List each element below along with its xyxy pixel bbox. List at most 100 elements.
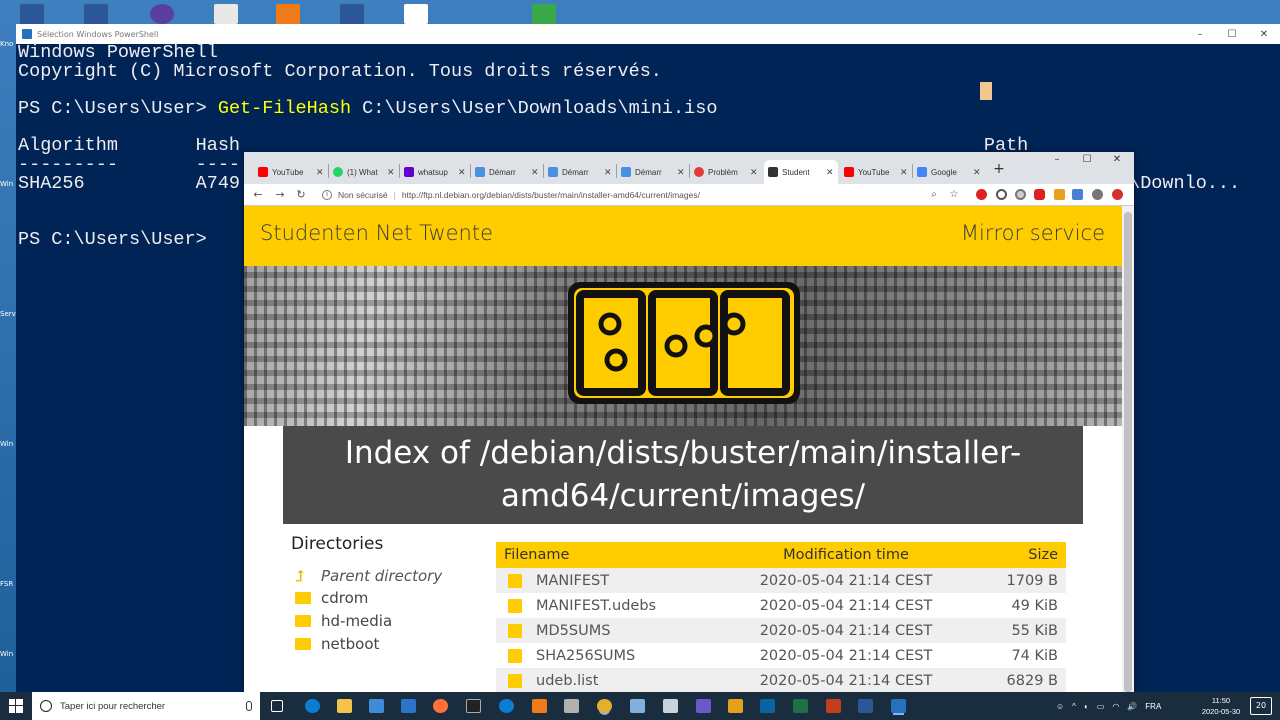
close-icon[interactable]: ✕: [458, 167, 470, 178]
outlook-icon[interactable]: [760, 699, 775, 713]
close-icon[interactable]: ✕: [531, 167, 543, 178]
app-icon[interactable]: [564, 699, 579, 713]
app-icon[interactable]: [150, 4, 174, 24]
table-row[interactable]: MANIFEST.udebs 2020-05-04 21:14 CEST 49 …: [496, 593, 1066, 618]
app-icon[interactable]: [630, 699, 645, 713]
taskbar-search[interactable]: Taper ici pour rechercher: [32, 692, 260, 720]
star-icon[interactable]: ☆: [946, 188, 962, 202]
file-name-link[interactable]: udeb.list: [536, 673, 598, 689]
extension-icon[interactable]: [1072, 189, 1083, 200]
powershell-icon[interactable]: [891, 699, 906, 713]
extension-icon[interactable]: [1015, 189, 1026, 200]
file-name-link[interactable]: MD5SUMS: [536, 623, 610, 639]
file-name-link[interactable]: MANIFEST.udebs: [536, 598, 656, 614]
url-text[interactable]: http://ftp.nl.debian.org/debian/dists/bu…: [402, 190, 700, 200]
word-icon[interactable]: [858, 699, 873, 713]
close-icon[interactable]: ✕: [826, 167, 838, 178]
terminal-icon[interactable]: [466, 699, 481, 713]
excel-icon[interactable]: [793, 699, 808, 713]
chrome-icon[interactable]: [597, 699, 612, 713]
tab[interactable]: YouTube ✕: [840, 160, 912, 184]
back-icon[interactable]: ←: [250, 188, 266, 202]
directory-label[interactable]: netboot: [321, 635, 379, 653]
chevron-up-icon[interactable]: ^: [1072, 702, 1076, 711]
store-icon[interactable]: [369, 699, 384, 713]
minimize-button[interactable]: –: [1042, 154, 1072, 172]
close-icon[interactable]: ✕: [973, 167, 985, 178]
close-icon[interactable]: ✕: [316, 167, 328, 178]
volume-icon[interactable]: 🔊: [1127, 702, 1137, 711]
close-icon[interactable]: ✕: [387, 167, 399, 178]
parent-directory-link[interactable]: ⮥ Parent directory: [295, 566, 442, 586]
file-icon[interactable]: [404, 4, 428, 24]
word-doc-icon[interactable]: [20, 4, 44, 24]
app-tray-icon[interactable]: ◐: [1084, 702, 1089, 711]
language-indicator[interactable]: FRA: [1145, 702, 1161, 711]
reload-icon[interactable]: ↻: [293, 188, 309, 202]
tab[interactable]: YouTube ✕: [254, 160, 328, 184]
maximize-button[interactable]: ☐: [1216, 29, 1248, 40]
teams-icon[interactable]: [696, 699, 711, 713]
adblock-icon[interactable]: [1034, 189, 1045, 200]
page-scrollbar[interactable]: [1122, 206, 1134, 692]
microphone-icon[interactable]: [246, 701, 252, 711]
tab[interactable]: whatsup ✕: [400, 160, 470, 184]
tab[interactable]: Démarr ✕: [471, 160, 543, 184]
close-button[interactable]: ✕: [1248, 29, 1280, 40]
column-header-size[interactable]: Size: [966, 547, 1066, 563]
info-icon[interactable]: i: [322, 189, 332, 200]
file-explorer-icon[interactable]: [337, 699, 352, 713]
app-icon[interactable]: [532, 4, 556, 24]
firefox-icon[interactable]: [433, 699, 448, 713]
app-icon[interactable]: [532, 699, 547, 713]
extension-icon[interactable]: [1112, 189, 1123, 200]
scrollbar-thumb[interactable]: [1124, 212, 1132, 692]
profile-avatar[interactable]: [1092, 189, 1103, 200]
task-view-icon[interactable]: [271, 700, 283, 712]
maximize-button[interactable]: ☐: [1072, 154, 1102, 172]
directory-label[interactable]: Parent directory: [321, 567, 442, 585]
new-tab-button[interactable]: +: [992, 161, 1006, 177]
directory-label[interactable]: cdrom: [321, 589, 368, 607]
tab[interactable]: (1) What ✕: [329, 160, 399, 184]
extension-icon[interactable]: [996, 189, 1007, 200]
zoom-icon[interactable]: ⌕: [926, 188, 942, 202]
directory-link-cdrom[interactable]: cdrom: [295, 589, 368, 607]
minimize-button[interactable]: –: [1184, 29, 1216, 40]
mail-icon[interactable]: [401, 699, 416, 713]
directory-link-hd-media[interactable]: hd-media: [295, 612, 392, 630]
column-header-modified[interactable]: Modification time: [726, 547, 966, 563]
file-name-link[interactable]: SHA256SUMS: [536, 648, 635, 664]
site-title[interactable]: Studenten Net Twente: [260, 221, 493, 245]
chrome-window[interactable]: YouTube ✕ (1) What ✕ whatsup ✕ Démarr ✕ Déma…: [244, 152, 1134, 692]
address-bar[interactable]: i Non sécurisé | http://ftp.nl.debian.or…: [316, 186, 986, 203]
file-icon[interactable]: [214, 4, 238, 24]
close-icon[interactable]: ✕: [750, 167, 762, 178]
tab[interactable]: Démarr ✕: [544, 160, 616, 184]
tab-active[interactable]: Student ✕: [764, 160, 838, 184]
tab[interactable]: Problèm ✕: [690, 160, 762, 184]
close-icon[interactable]: ✕: [604, 167, 616, 178]
app-icon[interactable]: [276, 4, 300, 24]
tab[interactable]: Démarr ✕: [617, 160, 689, 184]
table-row[interactable]: SHA256SUMS 2020-05-04 21:14 CEST 74 KiB: [496, 643, 1066, 668]
word-doc-icon[interactable]: [84, 4, 108, 24]
word-doc-icon[interactable]: [340, 4, 364, 24]
powershell-titlebar[interactable]: Sélection Windows PowerShell – ☐ ✕: [16, 24, 1280, 44]
edge-chromium-icon[interactable]: [499, 699, 514, 713]
mirror-service-link[interactable]: Mirror service: [961, 221, 1105, 245]
notification-center-button[interactable]: 20: [1250, 697, 1272, 715]
powerpoint-icon[interactable]: [826, 699, 841, 713]
search-placeholder[interactable]: Taper ici pour rechercher: [60, 701, 246, 712]
directory-link-netboot[interactable]: netboot: [295, 635, 379, 653]
close-icon[interactable]: ✕: [900, 167, 912, 178]
close-icon[interactable]: ✕: [677, 167, 689, 178]
column-header-filename[interactable]: Filename: [496, 547, 726, 563]
network-icon[interactable]: ▭: [1097, 702, 1105, 711]
edge-icon[interactable]: [305, 699, 320, 713]
app-icon[interactable]: [663, 699, 678, 713]
tab[interactable]: Google ✕: [913, 160, 985, 184]
start-button[interactable]: [0, 692, 32, 720]
extension-icon[interactable]: [1054, 189, 1065, 200]
people-icon[interactable]: ☺: [1056, 702, 1064, 711]
